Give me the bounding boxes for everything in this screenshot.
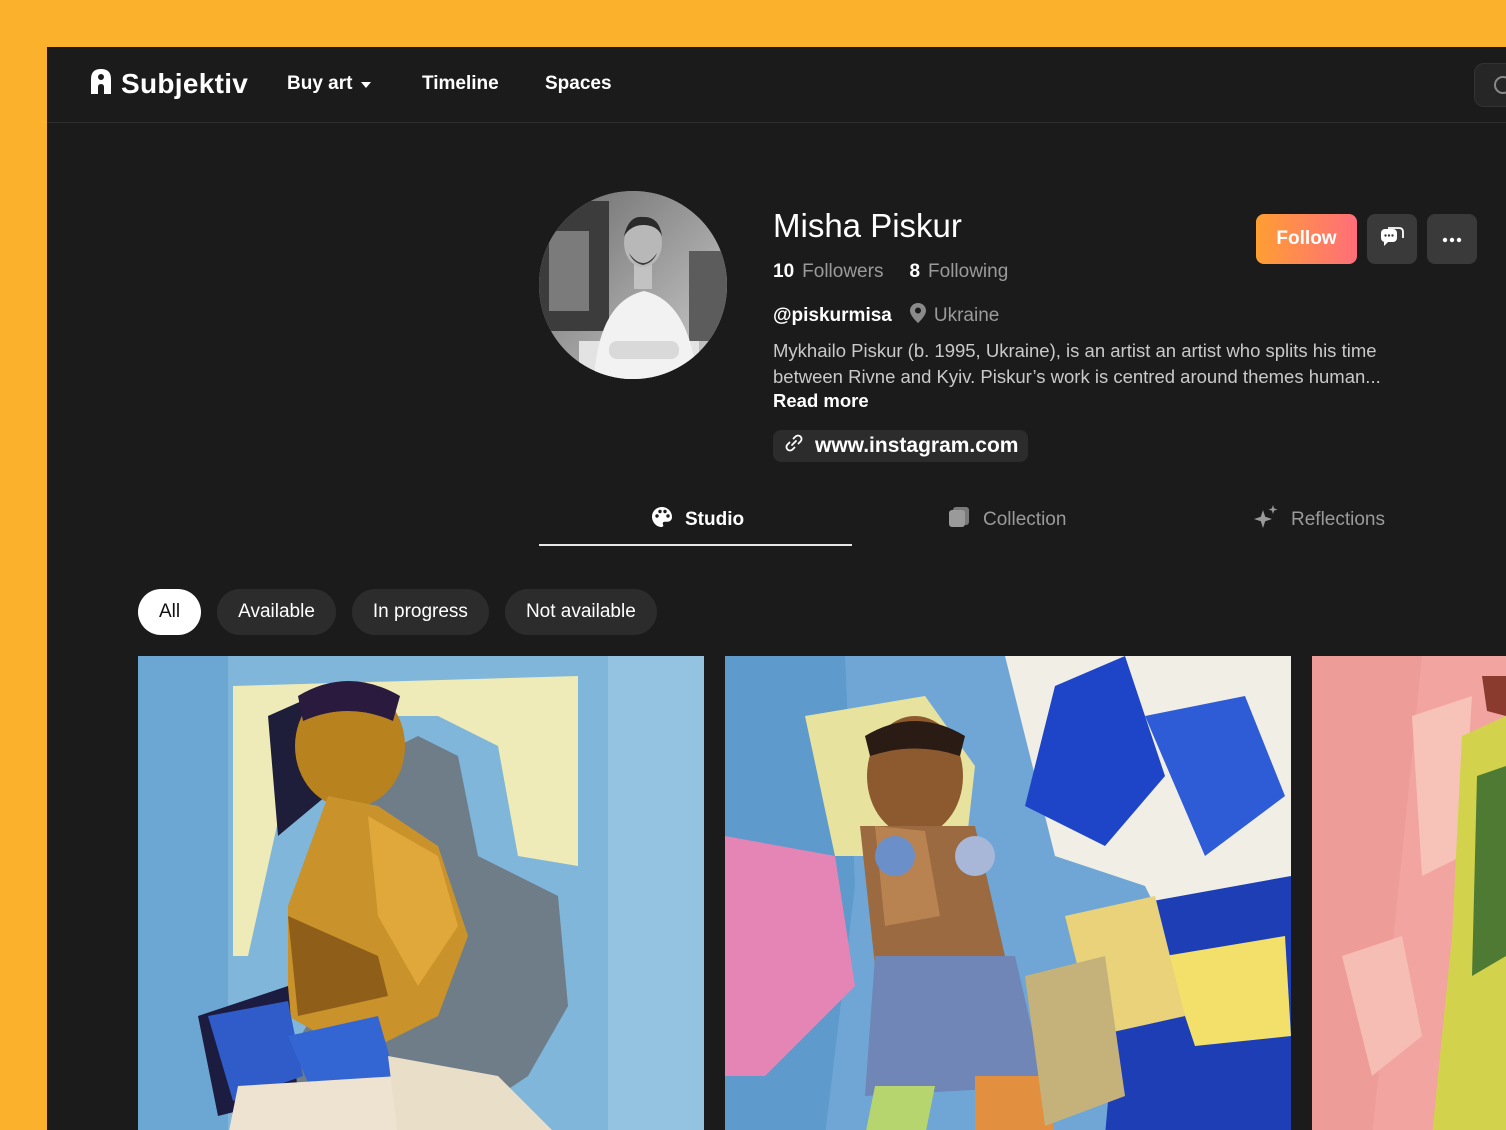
nav-buy-art-label: Buy art: [287, 73, 353, 94]
active-tab-indicator: [539, 544, 852, 546]
filter-available[interactable]: Available: [217, 589, 336, 635]
artwork-card[interactable]: [1312, 656, 1506, 1130]
tab-studio-label: Studio: [685, 509, 745, 530]
message-button[interactable]: [1367, 214, 1417, 264]
profile-location: Ukraine: [909, 303, 1000, 329]
following-label: Following: [928, 261, 1009, 282]
more-options-button[interactable]: [1427, 214, 1477, 264]
tab-studio[interactable]: Studio: [651, 495, 744, 545]
profile-handle: @piskurmisa: [773, 305, 892, 326]
nav-spaces[interactable]: Spaces: [545, 73, 612, 95]
tab-reflections-label: Reflections: [1291, 509, 1385, 530]
more-icon: [1442, 230, 1462, 248]
brand-name: Subjektiv: [121, 67, 249, 99]
external-link[interactable]: www.instagram.com: [773, 430, 1029, 462]
availability-filters: All Available In progress Not available: [138, 589, 657, 635]
profile-avatar: [539, 191, 727, 379]
following-link[interactable]: 8 Following: [909, 261, 1008, 283]
collection-icon: [947, 506, 971, 534]
search-icon: [1475, 76, 1506, 110]
filter-not-available[interactable]: Not available: [504, 589, 657, 635]
nav-timeline-label: Timeline: [422, 73, 499, 94]
handle-row: @piskurmisa Ukraine: [773, 303, 999, 329]
app-window: Subjektiv Buy art Timeline Spaces Misha …: [47, 47, 1506, 1130]
followers-link[interactable]: 10 Followers: [773, 261, 883, 283]
palette-icon: [651, 506, 673, 534]
artwork-image: [1312, 656, 1506, 1130]
profile-stats: 10 Followers 8 Following: [773, 261, 1008, 283]
sparkle-icon: [1253, 504, 1279, 536]
search-button[interactable]: [1474, 63, 1506, 107]
filter-all[interactable]: All: [138, 589, 202, 635]
artwork-image: [138, 656, 704, 1130]
following-count: 8: [909, 261, 921, 282]
location-pin-icon: [909, 303, 926, 329]
tab-reflections[interactable]: Reflections: [1253, 495, 1385, 545]
followers-count: 10: [773, 261, 795, 282]
artwork-image: [725, 656, 1291, 1130]
external-link-label: www.instagram.com: [815, 434, 1019, 457]
nav-timeline[interactable]: Timeline: [422, 73, 499, 95]
tab-collection-label: Collection: [983, 509, 1067, 530]
nav-buy-art[interactable]: Buy art: [287, 73, 372, 95]
brand-logo[interactable]: Subjektiv: [89, 67, 248, 100]
profile-bio: Mykhailo Piskur (b. 1995, Ukraine), is a…: [773, 340, 1381, 387]
location-label: Ukraine: [933, 305, 1000, 326]
filter-in-progress[interactable]: In progress: [351, 589, 489, 635]
nav-spaces-label: Spaces: [545, 73, 612, 94]
follow-button[interactable]: Follow: [1256, 214, 1357, 264]
read-more-link[interactable]: Read more: [773, 390, 869, 412]
artwork-card[interactable]: [725, 656, 1291, 1130]
profile-tabs: Studio Collection Reflections: [539, 495, 1479, 547]
link-icon: [783, 432, 805, 460]
logo-icon: [89, 67, 113, 100]
chevron-down-icon: [360, 73, 372, 95]
profile-name: Misha Piskur: [773, 207, 962, 244]
followers-label: Followers: [802, 261, 884, 282]
top-navigation-bar: Subjektiv Buy art Timeline Spaces: [47, 47, 1506, 123]
chat-icon: [1380, 226, 1404, 253]
artwork-card[interactable]: [138, 656, 704, 1130]
tab-collection[interactable]: Collection: [947, 495, 1066, 545]
